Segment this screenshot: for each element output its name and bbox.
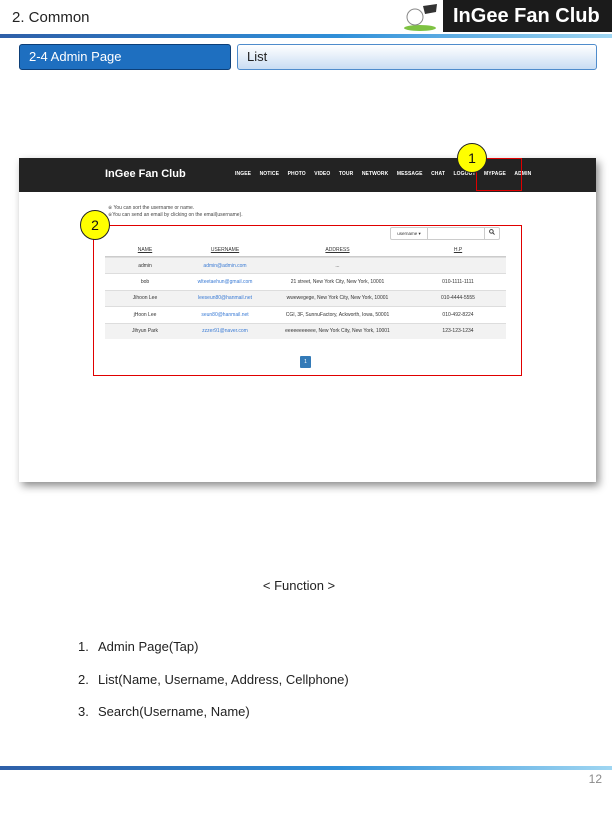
function-item: 1. Admin Page(Tap)	[78, 639, 198, 654]
function-item: 2. List(Name, Username, Address, Cellphon…	[78, 672, 349, 687]
highlight-list-area	[93, 225, 522, 376]
function-number: 1.	[78, 639, 89, 654]
nav-item-chat[interactable]: CHAT	[431, 171, 445, 177]
section-tab: 2-4 Admin Page	[19, 44, 231, 70]
function-heading: < Function >	[262, 578, 336, 593]
brand-logo: InGee Fan Club	[443, 0, 612, 32]
annotation-badge-2: 2	[80, 210, 110, 240]
nav-item-message[interactable]: MESSAGE	[397, 171, 423, 177]
function-text: List(Name, Username, Address, Cellphone)	[98, 672, 349, 687]
nav-item-tour[interactable]: TOUR	[339, 171, 353, 177]
footer-divider	[0, 766, 612, 770]
golf-logo-icon	[404, 4, 437, 31]
function-number: 2.	[78, 672, 89, 687]
nav-item-photo[interactable]: PHOTO	[288, 171, 306, 177]
nav-item-video[interactable]: VIDEO	[314, 171, 330, 177]
notes: ※ You can sort the username or name. ※Yo…	[108, 205, 243, 219]
nav-item-network[interactable]: NETWORK	[362, 171, 389, 177]
function-text: Admin Page(Tap)	[98, 639, 199, 654]
note-sort: ※ You can sort the username or name.	[108, 205, 195, 211]
function-item: 3. Search(Username, Name)	[78, 704, 250, 719]
page-number: 12	[588, 772, 602, 786]
header-divider	[0, 34, 612, 38]
function-text: Search(Username, Name)	[98, 704, 250, 719]
nav-item-notice[interactable]: NOTICE	[260, 171, 280, 177]
note-email: ※You can send an email by clicking on th…	[108, 212, 243, 218]
slide-page: 2. Common InGee Fan Club 2-4 Admin Page …	[0, 0, 612, 814]
mock-brand[interactable]: InGee Fan Club	[105, 168, 186, 180]
annotation-badge-1: 1	[457, 143, 487, 173]
page-title: 2. Common	[12, 9, 90, 26]
nav-item-ingee[interactable]: INGEE	[235, 171, 251, 177]
section-subtitle: List	[237, 44, 597, 70]
function-number: 3.	[78, 704, 89, 719]
